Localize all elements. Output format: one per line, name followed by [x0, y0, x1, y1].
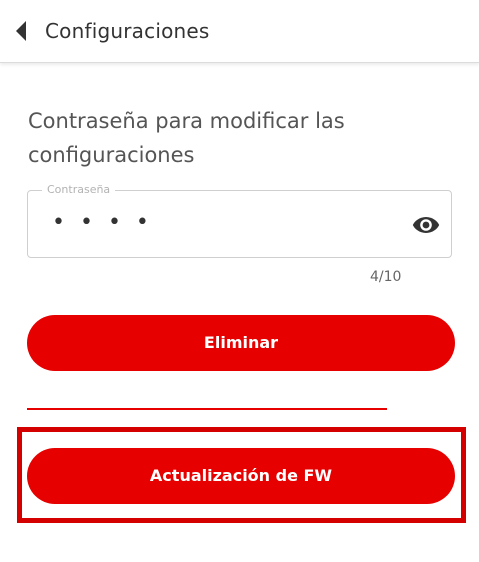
password-char-counter: 4/10 [370, 269, 402, 285]
password-input-value[interactable]: •••• [52, 211, 164, 235]
password-section-title: Contraseña para modificar las configurac… [28, 109, 345, 167]
app-header: Configuraciones [0, 0, 479, 63]
password-field[interactable]: Contraseña •••• [27, 182, 452, 258]
eye-icon[interactable] [412, 213, 440, 237]
page-title: Configuraciones [45, 19, 210, 43]
password-field-label: Contraseña [42, 182, 116, 198]
delete-button[interactable]: Eliminar [27, 315, 455, 371]
chevron-left-icon[interactable] [16, 21, 26, 41]
firmware-update-button[interactable]: Actualización de FW [27, 448, 455, 504]
section-divider [27, 408, 387, 410]
